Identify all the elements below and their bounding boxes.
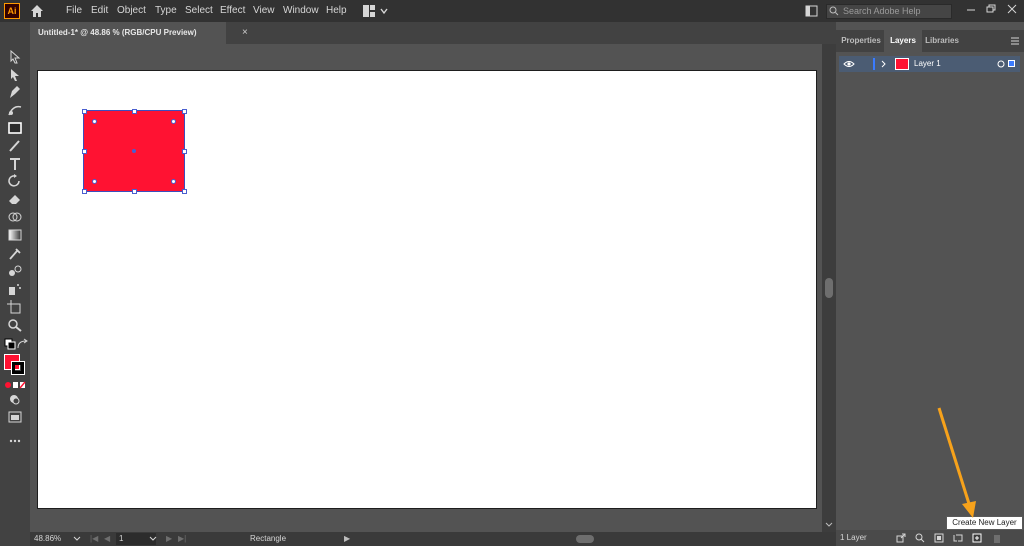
minimize-icon[interactable] [962,1,980,17]
bounding-box-handle[interactable] [182,189,187,194]
next-artboard-icon[interactable]: ▶ [166,532,172,546]
blend-icon[interactable] [7,264,23,278]
bounding-box-handle[interactable] [182,149,187,154]
bounding-box-handle[interactable] [82,149,87,154]
screen-mode-icon[interactable] [7,410,23,424]
gradient-icon[interactable] [7,228,23,242]
corner-widget[interactable] [171,119,176,124]
menu-object[interactable]: Object [117,0,146,22]
tab-properties[interactable]: Properties [838,30,884,52]
current-tool-name: Rectangle [250,534,287,543]
bounding-box-handle[interactable] [82,109,87,114]
tab-libraries[interactable]: Libraries [922,30,962,52]
shape-builder-icon[interactable] [7,210,23,224]
layer-color-bar [873,58,875,70]
eye-icon[interactable] [843,60,855,68]
menu-type[interactable]: Type [155,0,177,22]
search-icon [829,6,839,16]
bounding-box-handle[interactable] [132,109,137,114]
brush-icon[interactable] [7,139,23,153]
horizontal-scroll-thumb[interactable] [576,535,594,543]
export-icon[interactable] [896,533,906,543]
canvas-area[interactable] [30,44,822,532]
tab-layers[interactable]: Layers [884,30,922,52]
curvature-icon[interactable] [7,103,23,117]
home-icon[interactable] [29,3,45,19]
menu-select[interactable]: Select [185,0,213,22]
create-new-layer-icon[interactable] [972,533,982,543]
create-new-sublayer-icon[interactable] [953,533,963,543]
bounding-box-handle[interactable] [82,189,87,194]
locate-object-icon[interactable] [915,533,925,543]
target-icon[interactable] [997,60,1005,68]
bounding-box-handle[interactable] [182,109,187,114]
chevron-down-icon[interactable] [148,535,158,543]
vertical-scrollbar[interactable] [822,44,836,532]
chevron-right-icon[interactable] [881,60,887,68]
artboard[interactable] [37,70,817,509]
selection-indicator[interactable] [1008,60,1015,67]
chevron-down-icon[interactable] [72,535,82,543]
menu-effect[interactable]: Effect [220,0,245,22]
symbol-sprayer-icon[interactable] [7,282,23,296]
trash-icon[interactable] [992,533,1002,543]
menu-view[interactable]: View [253,0,275,22]
layer-count: 1 Layer [840,533,867,542]
rectangle-icon[interactable] [7,121,23,135]
bounding-box-handle[interactable] [132,189,137,194]
close-window-icon[interactable] [1003,1,1021,17]
status-menu-icon[interactable]: ▶ [344,532,350,546]
artboard-icon[interactable] [7,300,23,314]
pen-icon[interactable] [7,85,23,99]
panel-menu-icon[interactable] [1010,37,1020,45]
eyedropper-icon[interactable] [7,246,23,260]
menu-file[interactable]: File [66,0,82,22]
last-artboard-icon[interactable]: ▶| [178,532,186,546]
layer-name[interactable]: Layer 1 [914,56,941,72]
search-help-input[interactable]: Search Adobe Help [826,4,952,19]
zoom-icon[interactable] [7,318,23,332]
layer-row[interactable]: Layer 1 [839,56,1020,72]
app-logo: Ai [4,3,20,19]
type-icon[interactable] [7,157,23,171]
panel-footer: 1 Layer [836,530,1024,546]
color-mode-icon[interactable] [4,378,26,392]
layer-thumbnail [895,58,909,70]
rotate-icon[interactable] [7,174,23,188]
swap-colors-icon[interactable] [16,338,28,352]
draw-mode-icon[interactable] [7,392,23,406]
close-tab-icon[interactable]: × [242,22,254,44]
document-tab-bar: Untitled-1* @ 48.86 % (RGB/CPU Preview) … [30,22,836,44]
tools-panel [0,22,30,546]
zoom-level[interactable]: 48.86% [34,532,61,546]
menu-edit[interactable]: Edit [91,0,108,22]
workspace-switcher-icon[interactable] [362,4,390,18]
corner-widget[interactable] [92,179,97,184]
stroke-color-swatch[interactable] [11,361,25,375]
status-bar: 48.86% |◀ ◀ 1 ▶ ▶| Rectangle ▶ [30,532,836,546]
menu-window[interactable]: Window [283,0,319,22]
select-icon[interactable] [7,50,23,64]
annotation-arrow [937,407,976,518]
restore-icon[interactable] [982,1,1000,17]
document-tab[interactable]: Untitled-1* @ 48.86 % (RGB/CPU Preview) [30,22,226,44]
direct-select-icon[interactable] [7,68,23,82]
more-tools-icon[interactable] [7,434,23,448]
eraser-icon[interactable] [7,192,23,206]
corner-widget[interactable] [92,119,97,124]
vertical-scroll-thumb[interactable] [825,278,833,298]
first-artboard-icon[interactable]: |◀ [90,532,98,546]
make-clipping-mask-icon[interactable] [934,533,944,543]
corner-widget[interactable] [171,179,176,184]
menu-bar: Ai File Edit Object Type Select Effect V… [0,0,1024,22]
scroll-down-icon[interactable] [825,522,833,528]
arrange-documents-icon[interactable] [805,5,818,17]
panel-tabs: Properties Layers Libraries [836,30,1024,52]
previous-artboard-icon[interactable]: ◀ [104,532,110,546]
menu-help[interactable]: Help [326,0,347,22]
center-point [132,149,136,153]
